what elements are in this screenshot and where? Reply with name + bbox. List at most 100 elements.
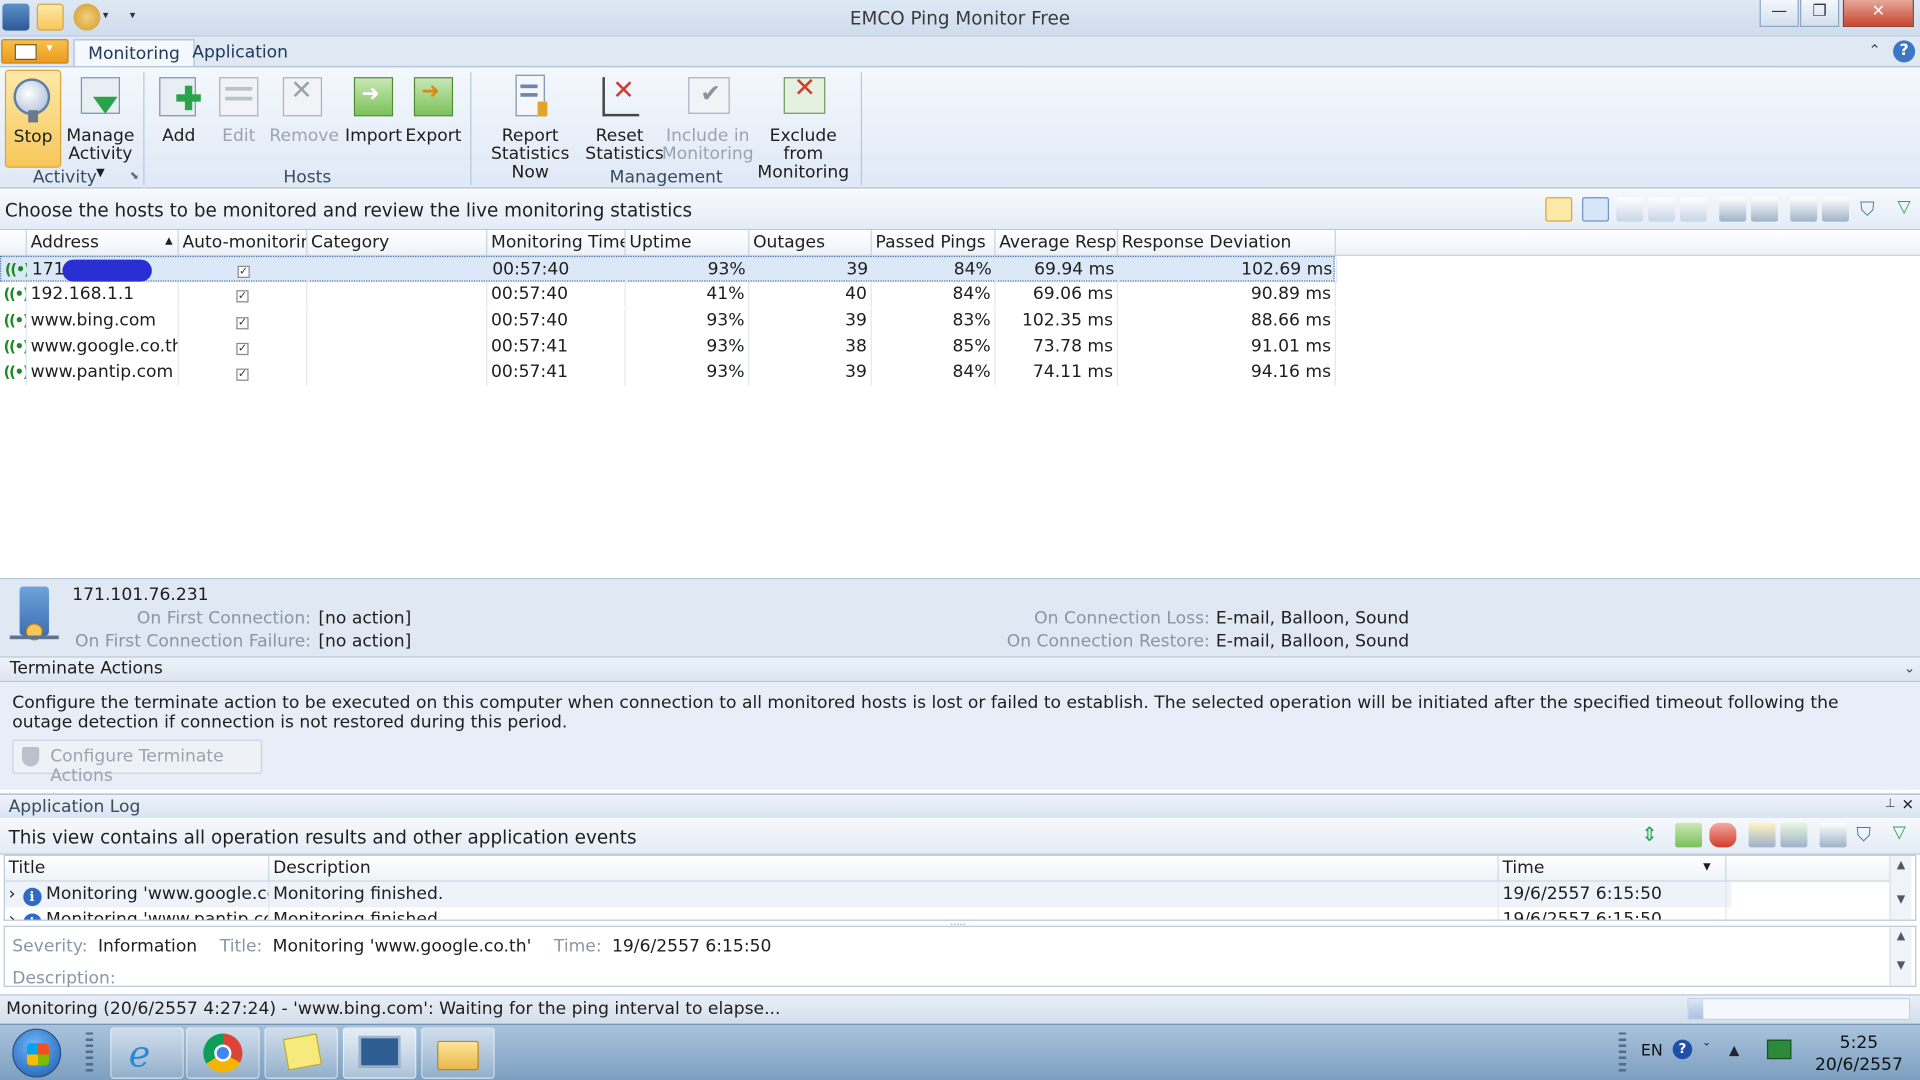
taskbar-internet-explorer[interactable]: e: [110, 1027, 184, 1079]
host-row[interactable]: ((•))192.168.1.1 ✓ 00:57:4041%4084%69.06 m…: [0, 281, 1336, 308]
add-button[interactable]: Add: [149, 70, 208, 168]
pin-icon[interactable]: ⊥: [1885, 797, 1896, 810]
host-cell-auto[interactable]: ✓: [179, 281, 308, 308]
maximize-button[interactable]: ❐: [1800, 0, 1840, 27]
auto-monitoring-checkbox[interactable]: ✓: [236, 290, 249, 303]
tab-application[interactable]: Application: [179, 39, 302, 66]
host-row[interactable]: ((•))www.google.co.th ✓ 00:57:4193%3885%73…: [0, 334, 1336, 360]
auto-monitoring-checkbox[interactable]: ✓: [237, 265, 250, 278]
tab-monitoring[interactable]: Monitoring: [73, 39, 195, 67]
scroll-to-icon[interactable]: ⇕: [1636, 823, 1663, 847]
application-menu-button[interactable]: ▾: [1, 39, 69, 64]
auto-monitoring-checkbox[interactable]: ✓: [236, 368, 249, 382]
scroll-down-icon[interactable]: ▼: [1891, 960, 1912, 972]
expand-row-icon[interactable]: ›: [9, 910, 16, 920]
host-cell-outages: 39: [751, 257, 874, 283]
start-button[interactable]: [12, 1028, 62, 1078]
language-indicator[interactable]: EN: [1641, 1042, 1663, 1060]
help-tray-icon[interactable]: ?: [1672, 1039, 1693, 1060]
detail-scrollbar[interactable]: ▲ ▼: [1889, 926, 1912, 986]
log-column-description[interactable]: Description: [269, 855, 1499, 882]
auto-monitoring-checkbox[interactable]: ✓: [236, 342, 249, 355]
split-horizontal-icon[interactable]: [1748, 822, 1776, 848]
close-icon[interactable]: ✕: [1902, 796, 1914, 813]
column-header-passed-pings[interactable]: Passed Pings: [872, 230, 996, 256]
column-header-category[interactable]: Category: [307, 230, 488, 256]
help-icon[interactable]: ?: [1893, 40, 1916, 63]
taskbar-chrome[interactable]: [186, 1027, 260, 1079]
host-cell-auto[interactable]: ✓: [179, 334, 308, 360]
group-label-management: Management: [609, 167, 723, 188]
app-window: ▾ ▾ EMCO Ping Monitor Free — ❐ ✕ ▾ Monit…: [0, 0, 1920, 1080]
auto-monitoring-checkbox[interactable]: ✓: [236, 316, 249, 329]
host-row[interactable]: ((•))www.pantip.com ✓ 00:57:4193%3984%74.1…: [0, 360, 1336, 386]
split-rows-icon[interactable]: [1751, 197, 1778, 222]
filter-dropdown-icon[interactable]: ▽: [1886, 823, 1913, 847]
columns-icon[interactable]: [1822, 197, 1849, 222]
column-header-auto-monitoring[interactable]: Auto-monitoring: [179, 230, 308, 256]
internet-explorer-icon: e: [128, 1033, 151, 1077]
sticky-notes-icon: [282, 1033, 323, 1071]
log-column-time[interactable]: Time ▼: [1498, 855, 1727, 882]
tray-options-icon[interactable]: ⌄: [1702, 1037, 1711, 1049]
scroll-up-icon[interactable]: ▲: [1891, 860, 1912, 872]
minimize-button[interactable]: —: [1759, 0, 1799, 27]
chevron-down-icon[interactable]: ⌄: [1904, 660, 1915, 676]
close-button[interactable]: ✕: [1842, 0, 1914, 27]
report-statistics-now-button[interactable]: Report Statistics Now: [478, 70, 583, 182]
host-cell-auto[interactable]: ✓: [180, 257, 309, 283]
log-row[interactable]: ›iMonitoring 'www.google.co....Monitorin…: [4, 881, 1732, 908]
host-row[interactable]: ((•))171.✓00:57:4093%3984%69.94 ms102.69…: [0, 255, 1338, 283]
activity-dialog-launcher-icon[interactable]: ⬊: [130, 170, 139, 182]
reset-statistics-button[interactable]: ✕ Reset Statistics: [585, 70, 664, 168]
log-scrollbar[interactable]: ▲ ▼: [1889, 855, 1912, 920]
taskbar-ping-monitor[interactable]: [342, 1027, 417, 1079]
split-horizontal-icon[interactable]: [1719, 197, 1747, 222]
network-monitor-tray-icon[interactable]: [1766, 1039, 1792, 1060]
column-header-outages[interactable]: Outages: [749, 230, 872, 256]
column-header-address[interactable]: Address ▲: [27, 230, 179, 256]
column-header-monitoring-time[interactable]: Monitoring Time: [487, 230, 626, 256]
export-log-icon[interactable]: [1675, 822, 1703, 848]
log-column-title[interactable]: Title: [4, 855, 270, 882]
host-cell-auto[interactable]: ✓: [179, 308, 308, 334]
column-header-uptime[interactable]: Uptime: [626, 230, 750, 256]
host-cell-dev: 88.66 ms: [1118, 308, 1336, 334]
scroll-down-icon[interactable]: ▼: [1891, 894, 1912, 906]
grid-view-icon[interactable]: [1582, 197, 1609, 222]
scroll-up-icon[interactable]: ▲: [1891, 931, 1912, 943]
import-button[interactable]: ➜ Import: [343, 70, 404, 168]
host-row[interactable]: ((•))www.bing.com ✓ 00:57:4093%3983%102.35…: [0, 308, 1336, 334]
group-view-icon[interactable]: [1616, 197, 1644, 222]
filter-icon[interactable]: ⛉: [1850, 823, 1877, 847]
manage-activity-button[interactable]: Manage Activity ▾: [66, 70, 135, 182]
stop-button[interactable]: Stop: [4, 69, 62, 168]
columns-icon[interactable]: [1819, 822, 1847, 848]
taskbar-clock[interactable]: 5:25 20/6/2557: [1815, 1032, 1903, 1076]
layout-icon[interactable]: [1680, 197, 1707, 222]
column-header-status[interactable]: [0, 230, 27, 256]
include-in-monitoring-button[interactable]: ✔ Include in Monitoring: [661, 70, 754, 168]
status-colors-icon[interactable]: [1545, 197, 1573, 222]
column-header-response-deviation[interactable]: Response Deviation: [1118, 230, 1336, 256]
host-cell-auto[interactable]: ✓: [179, 360, 308, 386]
collapse-ribbon-icon[interactable]: ⌃: [1869, 42, 1881, 59]
tree-view-icon[interactable]: [1648, 197, 1676, 222]
expand-row-icon[interactable]: ›: [9, 884, 16, 904]
export-button[interactable]: ➜ Export: [404, 70, 463, 168]
edit-button[interactable]: Edit: [211, 70, 267, 168]
filter-icon[interactable]: ⛉: [1854, 197, 1881, 221]
terminate-actions-header[interactable]: Terminate Actions ⌄: [0, 656, 1920, 683]
exclude-from-monitoring-button[interactable]: ✕ Exclude from Monitoring: [754, 70, 852, 182]
column-header-average-response[interactable]: Average Resp...: [996, 230, 1118, 256]
configure-terminate-actions-button[interactable]: Configure Terminate Actions: [12, 739, 263, 786]
clear-log-icon[interactable]: [1709, 822, 1737, 848]
log-row[interactable]: ›iMonitoring 'www.pantip.com'Monitoring …: [5, 907, 1732, 920]
panel-icon[interactable]: [1790, 197, 1818, 222]
show-hidden-icons-icon[interactable]: ▲: [1729, 1042, 1739, 1058]
remove-button[interactable]: ✕ Remove: [269, 70, 339, 168]
split-rows-icon[interactable]: [1780, 822, 1808, 848]
taskbar-sticky-notes[interactable]: [264, 1027, 338, 1079]
taskbar-file-explorer[interactable]: [421, 1027, 495, 1079]
filter-dropdown-icon[interactable]: ▽: [1891, 197, 1918, 221]
